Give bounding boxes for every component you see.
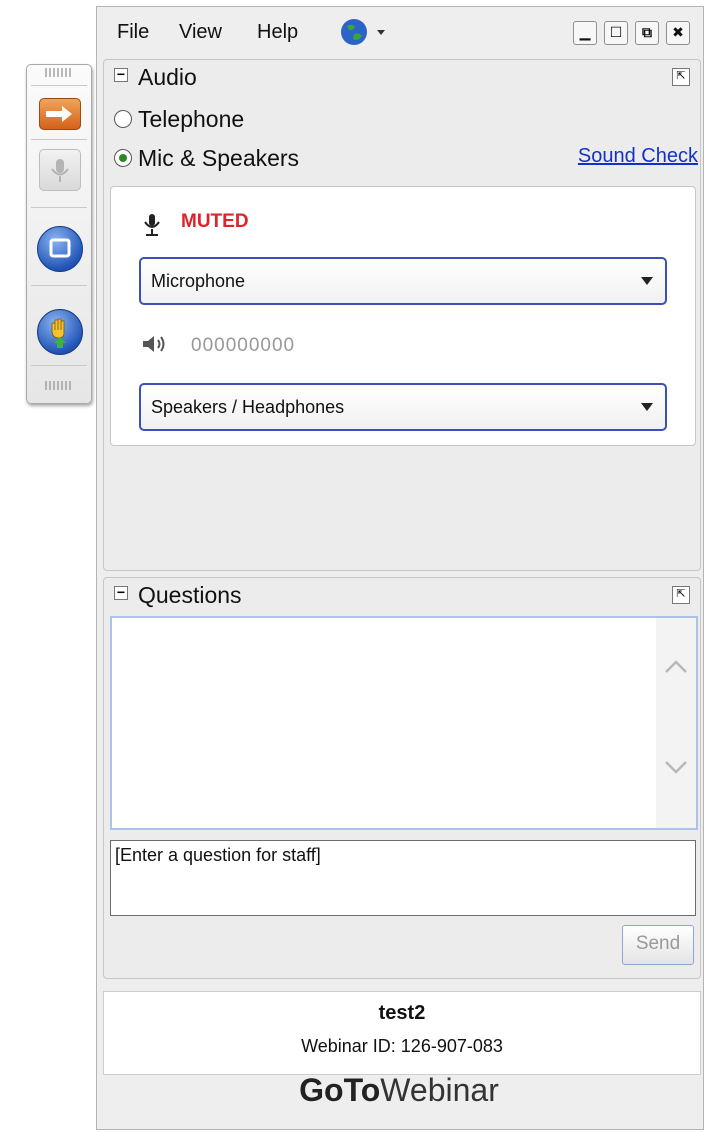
mic-speakers-label: Mic & Speakers [138, 145, 300, 171]
telephone-radio[interactable]: Telephone [114, 106, 244, 133]
session-info: test2 Webinar ID: 126-907-083 [103, 991, 701, 1075]
restore-icon: ☐ [609, 24, 623, 40]
radio-circle-icon [114, 110, 132, 128]
speaker-select-value: Speakers / Headphones [151, 397, 345, 417]
popout-questions-button[interactable]: ⇱ [672, 586, 690, 604]
toolbar-divider [31, 365, 87, 366]
arrow-right-icon [46, 106, 72, 122]
raise-hand-icon [51, 318, 66, 348]
question-input[interactable]: [Enter a question for staff] [110, 840, 696, 916]
menu-help[interactable]: Help [257, 21, 298, 44]
audio-panel-header: − Audio ⇱ [104, 60, 700, 94]
collapse-audio-button[interactable]: − [114, 67, 128, 82]
questions-title: Questions [138, 582, 242, 608]
microphone-select[interactable]: Microphone [139, 257, 667, 305]
mic-status: MUTED [181, 211, 249, 232]
maximize-button[interactable]: ☐ [604, 21, 628, 45]
menu-file[interactable]: File [117, 21, 149, 44]
floating-toolbar[interactable] [26, 64, 92, 404]
questions-panel: − Questions ⇱ [Enter a question for staf… [103, 577, 701, 979]
microphone-button[interactable] [39, 149, 81, 191]
minimize-button[interactable]: ▁ [573, 21, 597, 45]
chevron-down-icon [641, 277, 653, 285]
close-button[interactable]: ✖ [666, 21, 690, 45]
toolbar-divider [31, 207, 87, 208]
toolbar-divider [31, 139, 87, 140]
audio-title: Audio [138, 64, 197, 90]
control-panel: File View Help ▁ ☐ ⧉ ✖ − Audio ⇱ Telepho… [96, 6, 704, 1130]
toolbar-grip-top[interactable] [45, 68, 71, 77]
gotowebinar-logo: GoToWebinar [96, 1072, 702, 1109]
speaker-icon [143, 336, 165, 352]
popout-icon: ⇱ [676, 70, 686, 82]
menu-view[interactable]: View [179, 21, 222, 44]
popout-audio-button[interactable]: ⇱ [672, 68, 690, 86]
language-menu[interactable] [339, 17, 393, 52]
popout-window-button[interactable]: ⧉ [635, 21, 659, 45]
toolbar-divider [31, 85, 87, 86]
audio-panel: − Audio ⇱ Telephone Mic & Speakers Sound… [103, 59, 701, 571]
scroll-down-icon[interactable] [664, 760, 688, 776]
collapse-questions-button[interactable]: − [114, 585, 128, 600]
show-control-panel-button[interactable] [39, 98, 81, 130]
sound-check-link[interactable]: Sound Check [578, 145, 698, 168]
logo-webinar-text: Webinar [380, 1072, 499, 1108]
speaker-level-meter: 000000000 [191, 335, 296, 356]
toolbar-divider [31, 285, 87, 286]
close-icon: ✖ [672, 24, 684, 40]
question-input-placeholder: [Enter a question for staff] [115, 845, 321, 865]
scroll-up-icon[interactable] [664, 658, 688, 674]
audio-settings-box: MUTED Microphone 000000000 Speakers / He… [110, 186, 696, 446]
questions-scrollbar[interactable] [656, 618, 696, 828]
session-name: test2 [378, 1002, 426, 1024]
mic-speakers-radio[interactable]: Mic & Speakers [114, 145, 299, 172]
radio-selected-icon [114, 149, 132, 167]
screen-icon [49, 238, 71, 258]
globe-icon [341, 19, 385, 45]
popout-icon: ⧉ [642, 24, 652, 40]
webinar-id: Webinar ID: 126-907-083 [301, 1036, 503, 1056]
telephone-label: Telephone [138, 106, 245, 132]
microphone-icon [51, 159, 69, 182]
minimize-icon: ▁ [579, 24, 591, 40]
logo-goto-text: GoTo [299, 1072, 381, 1108]
microphone-select-value: Microphone [151, 271, 246, 291]
questions-log[interactable] [110, 616, 698, 830]
popout-icon: ⇱ [676, 588, 686, 600]
raise-hand-button[interactable] [37, 309, 83, 355]
chevron-down-icon [641, 403, 653, 411]
toolbar-grip-bottom[interactable] [45, 381, 71, 390]
speaker-select[interactable]: Speakers / Headphones [139, 383, 667, 431]
questions-panel-header: − Questions ⇱ [104, 578, 700, 612]
menu-bar: File View Help ▁ ☐ ⧉ ✖ [97, 7, 703, 55]
microphone-icon [144, 214, 160, 236]
send-button[interactable]: Send [622, 925, 694, 965]
screen-share-button[interactable] [37, 226, 83, 272]
